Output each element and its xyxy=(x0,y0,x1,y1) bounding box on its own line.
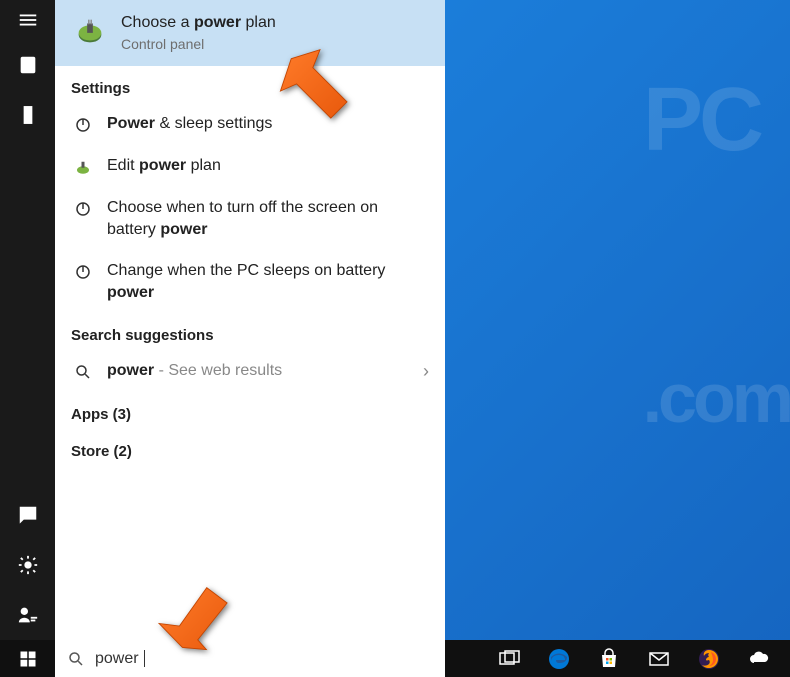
power-icon xyxy=(73,262,93,282)
best-match-subtitle: Control panel xyxy=(121,36,429,52)
result-label: power - See web results xyxy=(107,360,409,382)
search-box[interactable]: power xyxy=(55,640,445,677)
result-pc-sleep-battery[interactable]: Change when the PC sleeps on battery pow… xyxy=(55,250,445,313)
result-label: Edit power plan xyxy=(107,155,429,177)
best-match-result[interactable]: Choose a power plan Control panel xyxy=(55,0,445,66)
home-icon[interactable] xyxy=(0,40,55,90)
result-label: Power & sleep settings xyxy=(107,113,429,135)
result-label: Choose when to turn off the screen on ba… xyxy=(107,197,429,240)
power-plan-small-icon xyxy=(73,157,93,177)
result-label: Change when the PC sleeps on battery pow… xyxy=(107,260,429,303)
result-screen-off-battery[interactable]: Choose when to turn off the screen on ba… xyxy=(55,187,445,250)
suggestions-header: Search suggestions xyxy=(55,313,445,350)
power-icon xyxy=(73,115,93,135)
settings-gear-icon[interactable] xyxy=(0,540,55,590)
watermark: PC .com xyxy=(460,50,770,550)
menu-icon[interactable] xyxy=(0,0,55,40)
search-input[interactable]: power xyxy=(95,650,433,668)
firefox-icon[interactable] xyxy=(684,640,734,677)
store-icon[interactable] xyxy=(584,640,634,677)
feedback-icon[interactable] xyxy=(0,490,55,540)
result-web-suggestion[interactable]: power - See web results › xyxy=(55,350,445,392)
apps-header[interactable]: Apps (3) xyxy=(55,392,445,429)
taskbar: power xyxy=(0,640,790,677)
onedrive-icon[interactable] xyxy=(734,640,784,677)
tower-icon[interactable] xyxy=(0,90,55,140)
start-button[interactable] xyxy=(0,640,55,677)
power-plan-icon xyxy=(73,14,107,48)
search-icon xyxy=(73,362,93,382)
cortana-sidebar xyxy=(0,0,55,677)
search-results-panel: Choose a power plan Control panel Settin… xyxy=(55,0,445,640)
chevron-right-icon: › xyxy=(423,361,429,382)
power-icon xyxy=(73,199,93,219)
account-icon[interactable] xyxy=(0,590,55,640)
result-power-sleep-settings[interactable]: Power & sleep settings xyxy=(55,103,445,145)
edge-browser-icon[interactable] xyxy=(534,640,584,677)
mail-icon[interactable] xyxy=(634,640,684,677)
result-edit-power-plan[interactable]: Edit power plan xyxy=(55,145,445,187)
store-header[interactable]: Store (2) xyxy=(55,429,445,466)
settings-header: Settings xyxy=(55,66,445,103)
task-view-icon[interactable] xyxy=(484,640,534,677)
best-match-title: Choose a power plan xyxy=(121,14,429,32)
search-icon xyxy=(67,650,85,668)
